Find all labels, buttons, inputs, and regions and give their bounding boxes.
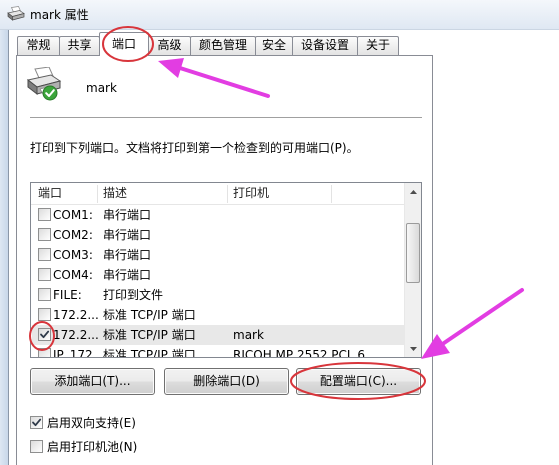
vertical-scrollbar[interactable]	[404, 183, 421, 357]
bidirectional-support-checkbox[interactable]	[30, 416, 43, 429]
port-checkbox[interactable]	[38, 208, 51, 221]
port-row[interactable]: 172.2... 标准 TCP/IP 端口	[32, 305, 404, 325]
port-description: 标准 TCP/IP 端口	[103, 328, 196, 342]
port-row[interactable]: COM1: 串行端口	[32, 205, 404, 225]
printer-name: mark	[86, 81, 117, 95]
column-divider[interactable]	[331, 185, 332, 203]
window-title: mark 属性	[30, 8, 89, 22]
checkmark-icon	[32, 418, 42, 427]
separator	[30, 117, 422, 119]
port-row[interactable]: FILE: 打印到文件	[32, 285, 404, 305]
column-header-printer[interactable]: 打印机	[233, 183, 269, 204]
tab-about[interactable]: 关于	[357, 36, 399, 55]
port-description: 串行端口	[103, 268, 152, 282]
printer-pooling-label[interactable]: 启用打印机池(N)	[47, 439, 137, 455]
arrow-up-icon	[409, 189, 417, 194]
ports-instruction: 打印到下列端口。文档将打印到第一个检查到的可用端口(P)。	[30, 141, 359, 155]
port-name: COM1:	[53, 208, 93, 222]
tab-advanced[interactable]: 高级	[148, 36, 191, 55]
delete-port-button[interactable]: 删除端口(D)	[164, 368, 289, 395]
port-name: FILE:	[53, 288, 82, 302]
list-header: 端口 描述 打印机	[31, 183, 404, 205]
port-name: COM4:	[53, 268, 93, 282]
ready-check-icon	[42, 85, 58, 101]
port-name: 172.2...	[53, 328, 99, 342]
configure-port-button[interactable]: 配置端口(C)...	[296, 368, 421, 395]
window-frame-left	[0, 30, 9, 465]
port-printer: mark	[233, 328, 264, 342]
column-header-port[interactable]: 端口	[38, 183, 62, 204]
pointer-arrow-to-configure-button	[421, 288, 524, 359]
tab-device-settings[interactable]: 设备设置	[292, 36, 358, 55]
column-header-description[interactable]: 描述	[103, 183, 127, 204]
tab-security[interactable]: 安全	[255, 36, 293, 55]
port-checkbox[interactable]	[38, 348, 51, 357]
tab-general[interactable]: 常规	[17, 36, 60, 55]
port-row[interactable]: COM2: 串行端口	[32, 225, 404, 245]
port-description: 标准 TCP/IP 端口	[103, 348, 196, 358]
port-checkbox[interactable]	[38, 328, 51, 341]
printer-icon	[7, 6, 25, 21]
port-name: 172.2...	[53, 308, 99, 322]
port-row[interactable]: 172.2... 标准 TCP/IP 端口 mark	[32, 325, 404, 345]
port-name: COM2:	[53, 228, 93, 242]
arrow-down-icon	[409, 346, 417, 351]
tab-sharing[interactable]: 共享	[59, 36, 100, 55]
title-bar[interactable]: mark 属性	[0, 0, 559, 30]
port-description: 标准 TCP/IP 端口	[103, 308, 196, 322]
arrow-shaft	[442, 288, 524, 345]
port-checkbox[interactable]	[38, 268, 51, 281]
port-checkbox[interactable]	[38, 248, 51, 261]
port-row[interactable]: COM3: 串行端口	[32, 245, 404, 265]
scroll-down-button[interactable]	[405, 340, 421, 357]
printer-pooling-checkbox[interactable]	[30, 440, 43, 453]
scroll-thumb[interactable]	[406, 223, 420, 283]
port-checkbox[interactable]	[38, 288, 51, 301]
port-row[interactable]: COM4: 串行端口	[32, 265, 404, 285]
port-description: 串行端口	[103, 208, 152, 222]
port-printer: RICOH MP 2552 PCL 6	[233, 348, 366, 358]
port-name: IP_172...	[53, 348, 105, 358]
port-checkbox[interactable]	[38, 228, 51, 241]
add-port-button[interactable]: 添加端口(T)...	[30, 368, 155, 395]
tab-ports[interactable]: 端口	[99, 32, 149, 56]
port-row[interactable]: IP_172... 标准 TCP/IP 端口 RICOH MP 2552 PCL…	[32, 345, 404, 358]
column-divider[interactable]	[97, 185, 98, 203]
bidirectional-support-label[interactable]: 启用双向支持(E)	[47, 415, 136, 431]
port-name: COM3:	[53, 248, 93, 262]
tab-color-management[interactable]: 颜色管理	[190, 36, 256, 55]
scroll-up-button[interactable]	[405, 183, 421, 200]
port-description: 串行端口	[103, 228, 152, 242]
column-divider[interactable]	[227, 185, 228, 203]
port-checkbox[interactable]	[38, 308, 51, 321]
port-description: 打印到文件	[103, 288, 164, 302]
checkmark-icon	[40, 330, 50, 339]
ports-list[interactable]: 端口 描述 打印机 COM1: 串行端口 COM2: 串行端口 COM3: 串行…	[30, 182, 422, 358]
port-description: 串行端口	[103, 248, 152, 262]
